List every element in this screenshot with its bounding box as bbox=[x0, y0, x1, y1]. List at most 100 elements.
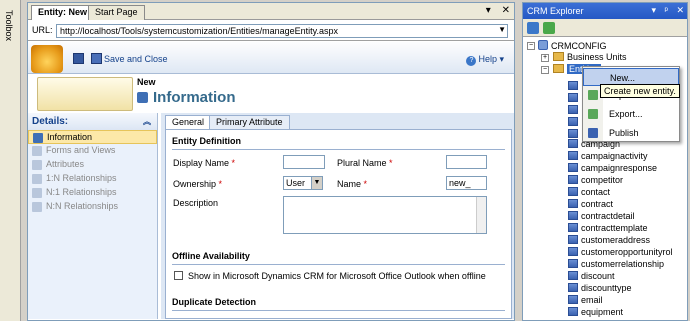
tree-item-entity[interactable]: equipment bbox=[568, 307, 623, 317]
description-textarea[interactable] bbox=[283, 196, 487, 234]
tree-item-entity[interactable]: contracttemplate bbox=[568, 223, 648, 233]
help-label: Help bbox=[478, 54, 497, 64]
save-and-close-icon[interactable] bbox=[91, 53, 102, 64]
nav-item-label: Information bbox=[47, 132, 93, 142]
crm-explorer-titlebar: CRM Explorer ▾ ᵖ ✕ bbox=[523, 3, 687, 19]
tree-item-entity[interactable]: customeropportunityrol bbox=[568, 247, 673, 257]
publish-icon bbox=[588, 128, 598, 138]
nav-item-label: N:N Relationships bbox=[46, 201, 119, 211]
entities-context-menu: New... Import... Export... Publish bbox=[582, 66, 680, 142]
toolbox-strip[interactable]: Toolbox bbox=[0, 0, 21, 321]
entity-icon bbox=[568, 139, 578, 148]
tree-item-entity[interactable]: contractdetail bbox=[568, 211, 635, 221]
collapse-entities-icon[interactable]: − bbox=[541, 66, 549, 74]
connect-icon[interactable] bbox=[527, 22, 539, 34]
offline-checkbox[interactable] bbox=[174, 271, 183, 280]
nav-item-label: 1:N Relationships bbox=[46, 173, 117, 183]
tree-item-entity[interactable]: campaignresponse bbox=[568, 163, 657, 173]
tab-general[interactable]: General bbox=[165, 115, 212, 130]
url-dropdown-icon[interactable]: ▼ bbox=[498, 25, 506, 34]
url-input[interactable]: http://localhost/Tools/systemcustomizati… bbox=[56, 24, 508, 38]
tree-root-label: CRMCONFIG bbox=[551, 41, 607, 51]
nav-item-n1-relationships[interactable]: N:1 Relationships bbox=[28, 186, 157, 200]
nav-item-nn-relationships[interactable]: N:N Relationships bbox=[28, 200, 157, 214]
entity-label: campaignresponse bbox=[581, 163, 658, 173]
relationship-icon bbox=[32, 188, 42, 198]
save-icon[interactable] bbox=[73, 53, 84, 64]
menu-item-publish[interactable]: Publish bbox=[583, 124, 679, 142]
url-bar: URL: http://localhost/Tools/systemcustom… bbox=[28, 21, 514, 41]
nav-item-1n-relationships[interactable]: 1:N Relationships bbox=[28, 172, 157, 186]
tab-start-page[interactable]: Start Page bbox=[88, 5, 145, 20]
refresh-icon[interactable] bbox=[543, 22, 555, 34]
tree-item-entity[interactable]: discounttype bbox=[568, 283, 632, 293]
name-input[interactable]: new_ bbox=[446, 176, 487, 190]
panel-close-icon[interactable]: ✕ bbox=[676, 5, 684, 15]
tree-item-entity[interactable]: customerrelationship bbox=[568, 259, 664, 269]
ownership-select[interactable]: User ▼ bbox=[283, 176, 323, 190]
tree-item-business-units[interactable]: Business Units bbox=[553, 52, 627, 62]
entity-label: customerrelationship bbox=[581, 259, 665, 269]
section-divider bbox=[172, 264, 505, 265]
entity-icon bbox=[568, 187, 578, 196]
collapse-icon[interactable]: ︽ bbox=[143, 116, 151, 127]
crm-explorer-toolbar bbox=[523, 19, 687, 37]
tab-entity-new[interactable]: Entity: New bbox=[31, 5, 95, 20]
nav-item-information[interactable]: Information bbox=[28, 130, 157, 144]
description-scrollbar[interactable] bbox=[476, 197, 486, 233]
menu-item-export[interactable]: Export... bbox=[583, 105, 679, 123]
entity-icon bbox=[568, 175, 578, 184]
chevron-down-icon[interactable]: ▼ bbox=[311, 177, 322, 189]
toolbox-label[interactable]: Toolbox bbox=[4, 10, 14, 41]
required-marker: * bbox=[231, 158, 236, 168]
panel-controls: ▾ ᵖ ✕ bbox=[645, 5, 684, 16]
save-and-close-button[interactable]: Save and Close bbox=[104, 54, 168, 64]
import-icon bbox=[588, 90, 598, 100]
entity-label: discount bbox=[581, 271, 615, 281]
entity-label: email bbox=[581, 295, 603, 305]
entity-icon bbox=[568, 81, 578, 90]
information-icon bbox=[137, 92, 148, 103]
tree-item-entity[interactable]: campaignactivity bbox=[568, 151, 648, 161]
tab-primary-attribute[interactable]: Primary Attribute bbox=[209, 115, 290, 130]
ownership-label-text: Ownership bbox=[173, 179, 217, 189]
relationship-icon bbox=[32, 174, 42, 184]
required-marker: * bbox=[389, 158, 393, 168]
nav-item-label: Attributes bbox=[46, 159, 85, 169]
details-nav: Details: ︽ Information Forms and Views A… bbox=[28, 113, 158, 319]
entity-label: customeraddress bbox=[581, 235, 651, 245]
pin-icon[interactable]: ᵖ bbox=[665, 5, 668, 15]
collapse-root-icon[interactable]: − bbox=[527, 42, 535, 50]
tab-close-icon[interactable]: ✕ bbox=[502, 5, 510, 16]
tree-root[interactable]: CRMCONFIG bbox=[538, 40, 607, 51]
offline-checkbox-label: Show in Microsoft Dynamics CRM for Micro… bbox=[188, 271, 486, 281]
nav-item-forms-and-views[interactable]: Forms and Views bbox=[28, 144, 157, 158]
tree-item-entity[interactable]: contract bbox=[568, 199, 613, 209]
panel-dropdown-icon[interactable]: ▾ bbox=[651, 5, 656, 15]
entity-icon bbox=[568, 93, 578, 102]
display-name-input[interactable] bbox=[283, 155, 325, 169]
required-marker: * bbox=[363, 179, 368, 189]
description-label: Description bbox=[173, 198, 219, 208]
plural-name-input[interactable] bbox=[446, 155, 487, 169]
tree-item-entity[interactable]: customeraddress bbox=[568, 235, 650, 245]
tree-item-entity[interactable]: email bbox=[568, 295, 603, 305]
url-label: URL: bbox=[32, 25, 53, 35]
entity-label: campaignactivity bbox=[581, 151, 648, 161]
tab-dropdown-icon[interactable]: ▾ bbox=[486, 5, 491, 16]
entity-label: contract bbox=[581, 199, 614, 209]
tree-item-entity[interactable]: discount bbox=[568, 271, 615, 281]
required-marker: * bbox=[218, 179, 223, 189]
nav-item-attributes[interactable]: Attributes bbox=[28, 158, 157, 172]
help-button[interactable]: ? Help ▾ bbox=[466, 54, 504, 66]
tree-item-entity[interactable]: contact bbox=[568, 187, 610, 197]
entity-icon bbox=[568, 223, 578, 232]
expand-business-units-icon[interactable]: + bbox=[541, 54, 549, 62]
nav-item-label: Forms and Views bbox=[46, 145, 116, 155]
crm-explorer-title: CRM Explorer bbox=[527, 6, 584, 16]
tree-item-entity[interactable]: competitor bbox=[568, 175, 623, 185]
tree-item-label: Business Units bbox=[567, 52, 627, 62]
entity-icon bbox=[568, 247, 578, 256]
entity-label: discounttype bbox=[581, 283, 632, 293]
section-divider bbox=[172, 310, 505, 311]
